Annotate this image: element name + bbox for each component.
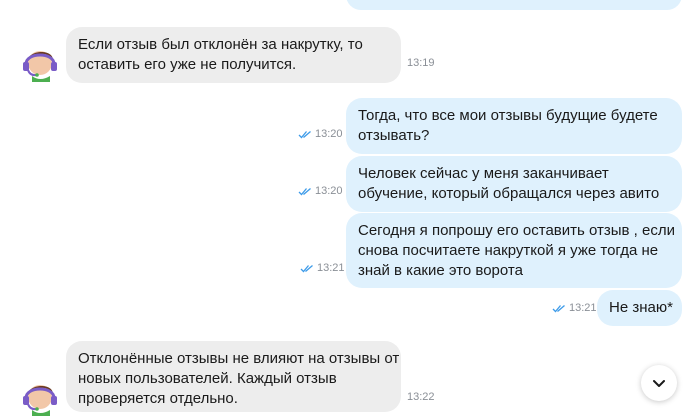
message-bubble-incoming: Если отзыв был отклонён за накрутку, то …: [66, 27, 401, 83]
message-text: отзывать?: [358, 127, 430, 144]
double-check-icon: [298, 187, 311, 195]
time-label: 13:20: [315, 128, 343, 140]
message-time: 13:20: [298, 185, 343, 197]
support-avatar: [20, 42, 60, 82]
support-agent-headset-icon: [23, 385, 57, 416]
message-bubble-outgoing: Человек сейчас у меня заканчивает обучен…: [346, 156, 682, 212]
message-text: обучение, который обращался через авито: [358, 185, 660, 202]
message-text: новых пользователей. Каждый отзыв: [78, 370, 337, 387]
time-label: 13:22: [407, 391, 435, 403]
message-time: 13:22: [407, 391, 435, 403]
support-agent-headset-icon: [23, 51, 57, 82]
chevron-down-icon: [653, 380, 665, 387]
scroll-to-bottom-button[interactable]: [641, 365, 677, 401]
time-label: 13:19: [407, 57, 435, 69]
time-label: 13:21: [569, 302, 597, 314]
time-label: 13:20: [315, 185, 343, 197]
message-text: Отклонённые отзывы не влияют на отзывы о…: [78, 350, 400, 367]
message-bubble-outgoing: Не знаю*: [597, 290, 682, 326]
message-time: 13:19: [407, 57, 435, 69]
double-check-icon: [298, 130, 311, 138]
double-check-icon: [300, 264, 313, 272]
message-text: Не знаю*: [609, 299, 673, 316]
message-bubble-partial: [346, 0, 682, 10]
double-check-icon: [552, 304, 565, 312]
message-bubble-outgoing: Тогда, что все мои отзывы будущие будете…: [346, 98, 682, 154]
message-text: снова посчитаете накруткой я уже тогда н…: [358, 242, 659, 259]
message-text: Тогда, что все мои отзывы будущие будете: [358, 107, 658, 124]
message-bubble-incoming: Отклонённые отзывы не влияют на отзывы о…: [66, 341, 401, 412]
chat-window: Если отзыв был отклонён за накрутку, то …: [0, 0, 700, 416]
message-text: Если отзыв был отклонён за накрутку, то: [78, 36, 363, 53]
time-label: 13:21: [317, 262, 345, 274]
message-text: оставить его уже не получится.: [78, 56, 297, 73]
message-text: Сегодня я попрошу его оставить отзыв , е…: [358, 222, 675, 239]
message-text: знай в какие это ворота: [358, 262, 523, 279]
message-time: 13:20: [298, 128, 343, 140]
message-text: проверяется отдельно.: [78, 390, 238, 407]
message-time: 13:21: [552, 302, 597, 314]
message-bubble-outgoing: Сегодня я попрошу его оставить отзыв , е…: [346, 213, 682, 288]
support-avatar: [20, 376, 60, 416]
message-text: Человек сейчас у меня заканчивает: [358, 165, 609, 182]
message-time: 13:21: [300, 262, 345, 274]
